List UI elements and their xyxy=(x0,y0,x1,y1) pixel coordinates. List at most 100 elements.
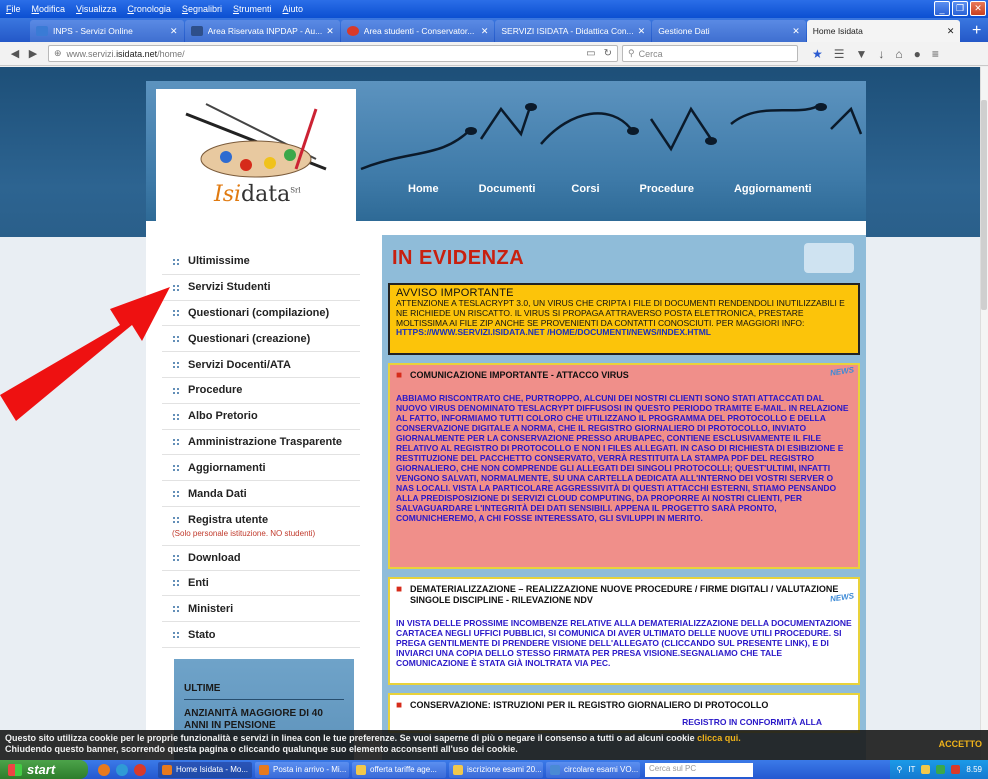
menu-file[interactable]: File xyxy=(6,4,21,14)
task-iscrizione[interactable]: iscrizione esami 20... xyxy=(449,761,543,778)
pocket-icon[interactable]: ▼ xyxy=(856,47,868,61)
avviso-importante-box: AVVISO IMPORTANTE ATTENZIONE A TESLACRYP… xyxy=(388,283,860,355)
tab-area-studenti[interactable]: Area studenti - Conservator... ✕ xyxy=(340,20,495,42)
ultime-news-link[interactable]: ANZIANITÀ MAGGIORE DI 40 ANNI IN PENSION… xyxy=(184,708,344,732)
language-indicator[interactable]: IT xyxy=(908,765,915,774)
tab-servizi-isidata[interactable]: SERVIZI ISIDATA - Didattica Con... ✕ xyxy=(495,20,652,42)
menu-visualizza[interactable]: Visualizza xyxy=(76,4,116,14)
tab-label: Gestione Dati xyxy=(658,26,710,36)
menu-icon[interactable]: ≡ xyxy=(932,47,939,61)
avviso-link[interactable]: HTTPS://WWW.SERVIZI.ISIDATA.NET /HOME/DO… xyxy=(396,327,711,337)
grid-bullet-icon xyxy=(172,516,179,524)
news-title[interactable]: COMUNICAZIONE IMPORTANTE - ATTACCO VIRUS xyxy=(410,370,629,381)
nav-documenti[interactable]: Documenti xyxy=(479,183,536,195)
sidebar-item-label: Aggiornamenti xyxy=(188,461,266,474)
close-window-button[interactable]: ✕ xyxy=(970,1,986,16)
bookmarks-list-icon[interactable]: ☰ xyxy=(834,47,845,61)
sidebar-item-procedure[interactable]: Procedure xyxy=(162,378,360,404)
cookie-text-1: Questo sito utilizza cookie per le propr… xyxy=(5,733,698,743)
task-label: iscrizione esami 20... xyxy=(467,765,542,774)
news-title[interactable]: CONSERVAZIONE: ISTRUZIONI PER IL REGISTR… xyxy=(410,700,768,711)
accept-cookies-button[interactable]: ACCETTO xyxy=(939,739,982,750)
tab-gestione-dati[interactable]: Gestione Dati ✕ xyxy=(652,20,806,42)
tab-close-icon[interactable]: ✕ xyxy=(326,26,334,37)
menu-strumenti[interactable]: Strumenti xyxy=(233,4,272,14)
scrollbar-thumb[interactable] xyxy=(981,100,987,310)
firefox-icon[interactable] xyxy=(98,763,110,776)
news-header: ■ CONSERVAZIONE: ISTRUZIONI PER IL REGIST… xyxy=(396,700,852,711)
start-button[interactable]: start xyxy=(0,760,88,779)
news-attacco-virus: ■ COMUNICAZIONE IMPORTANTE - ATTACCO VIRU… xyxy=(388,363,860,569)
menu-segnalibri[interactable]: Segnalibri xyxy=(182,4,222,14)
cookie-line-1: Questo sito utilizza cookie per le propr… xyxy=(5,733,983,744)
ie-icon[interactable] xyxy=(116,763,128,776)
bookmark-star-icon[interactable]: ★ xyxy=(812,47,823,61)
tab-close-icon[interactable]: ✕ xyxy=(170,26,178,37)
search-icon: ⚲ xyxy=(628,48,635,58)
url-bar[interactable]: ⊕ www.servizi. isidata.net/home/ ▭ ↻ xyxy=(48,45,618,62)
sidebar-item-download[interactable]: Download xyxy=(162,544,360,571)
tab-inps[interactable]: INPS - Servizi Online ✕ xyxy=(30,20,184,42)
reader-view-icon[interactable]: ▭ xyxy=(586,48,595,59)
menu-modifica[interactable]: Modifica xyxy=(32,4,66,14)
nav-procedure[interactable]: Procedure xyxy=(640,183,694,195)
tab-close-icon[interactable]: ✕ xyxy=(792,26,800,37)
chat-icon[interactable]: ● xyxy=(914,47,921,61)
opera-icon[interactable] xyxy=(134,763,146,776)
sidebar-item-servizi-studenti[interactable]: Servizi Studenti xyxy=(162,275,360,301)
menu-aiuto[interactable]: Aiuto xyxy=(283,4,304,14)
download-icon[interactable]: ↓ xyxy=(878,47,884,61)
system-tray: ⚲ IT 8.59 xyxy=(890,760,988,779)
sidebar-item-amministrazione-trasparente[interactable]: Amministrazione Trasparente xyxy=(162,430,360,456)
sidebar-item-ultimissime[interactable]: Ultimissime xyxy=(162,249,360,275)
sidebar-item-enti[interactable]: Enti xyxy=(162,571,360,597)
tab-close-icon[interactable]: ✕ xyxy=(638,26,646,37)
maximize-button[interactable]: ❐ xyxy=(952,1,968,16)
sidebar-item-albo-pretorio[interactable]: Albo Pretorio xyxy=(162,404,360,430)
network-icon[interactable] xyxy=(921,765,931,774)
tab-close-icon[interactable]: ✕ xyxy=(947,26,955,37)
sidebar-item-servizi-docenti[interactable]: Servizi Docenti/ATA xyxy=(162,352,360,378)
sidebar-item-questionari-compilazione[interactable]: Questionari (compilazione) xyxy=(162,301,360,327)
tab-close-icon[interactable]: ✕ xyxy=(481,26,489,37)
sidebar-item-aggiornamenti[interactable]: Aggiornamenti xyxy=(162,455,360,482)
task-circolare[interactable]: circolare esami VO... xyxy=(546,761,640,778)
mail-icon xyxy=(259,764,269,775)
nav-aggiornamenti[interactable]: Aggiornamenti xyxy=(734,183,812,195)
volume-icon[interactable] xyxy=(951,765,961,774)
minimize-button[interactable]: _ xyxy=(934,1,950,16)
sidebar-item-manda-dati[interactable]: Manda Dati xyxy=(162,481,360,507)
taskbar-search-input[interactable]: Cerca sul PC xyxy=(645,762,753,777)
site-header: IsidataSrl Home Documenti Corsi Procedur… xyxy=(146,81,866,221)
sidebar-item-questionari-creazione[interactable]: Questionari (creazione) xyxy=(162,326,360,353)
reload-icon[interactable]: ↻ xyxy=(604,48,612,59)
nav-home[interactable]: Home xyxy=(408,183,439,195)
task-home-isidata[interactable]: Home Isidata - Mo... xyxy=(158,761,252,778)
music-notes-decoration xyxy=(360,102,863,171)
antivirus-icon[interactable] xyxy=(936,765,946,774)
sidebar-item-ministeri[interactable]: Ministeri xyxy=(162,596,360,623)
toolbar-icons: ★ ☰ ▼ ↓ ⌂ ● ≡ xyxy=(812,47,939,61)
news-body[interactable]: IN VISTA DELLE PROSSIME INCOMBENZE RELAT… xyxy=(396,618,852,668)
new-tab-button[interactable]: + xyxy=(965,22,988,40)
news-conservazione: ■ CONSERVAZIONE: ISTRUZIONI PER IL REGIST… xyxy=(388,693,860,733)
search-input[interactable]: ⚲ Cerca xyxy=(622,45,798,62)
forward-button[interactable]: ▶ xyxy=(24,46,42,62)
nav-corsi[interactable]: Corsi xyxy=(571,183,599,195)
site-container: IsidataSrl Home Documenti Corsi Procedur… xyxy=(146,81,866,760)
tab-home-isidata[interactable]: Home Isidata ✕ xyxy=(806,20,961,42)
sidebar-item-stato[interactable]: Stato xyxy=(162,622,360,648)
news-title[interactable]: DEMATERIALIZZAZIONE – REALIZZAZIONE NUOV… xyxy=(410,584,852,606)
logo-part-data: data xyxy=(241,182,291,207)
task-posta[interactable]: Posta in arrivo - Mi... xyxy=(255,761,349,778)
grid-bullet-icon xyxy=(172,490,179,498)
task-offerta[interactable]: offerta tariffe age... xyxy=(352,761,446,778)
cookie-info-link[interactable]: clicca qui. xyxy=(697,733,741,743)
tray-search-icon[interactable]: ⚲ xyxy=(896,765,902,774)
logo-box[interactable]: IsidataSrl xyxy=(156,89,356,221)
menu-cronologia[interactable]: Cronologia xyxy=(127,4,171,14)
cookie-text-2: Chiudendo questo banner, scorrendo quest… xyxy=(5,744,518,754)
home-icon[interactable]: ⌂ xyxy=(895,47,902,61)
back-button[interactable]: ◀ xyxy=(6,46,24,62)
tab-inpdap[interactable]: Area Riservata INPDAP - Au... ✕ xyxy=(184,20,340,42)
